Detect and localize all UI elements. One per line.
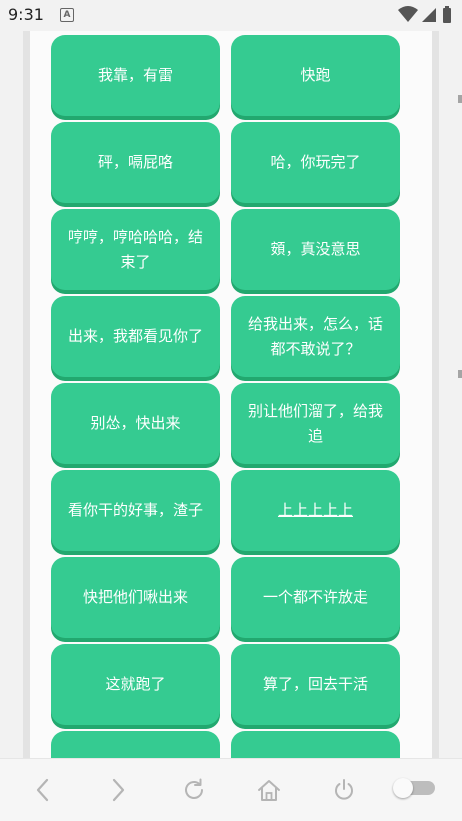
sound-button-3[interactable]: 砰，嗝屁咯 (51, 122, 220, 203)
sound-button-7[interactable]: 出来，我都看见你了 (51, 296, 220, 377)
sound-button-label: 我靠，有雷 (97, 66, 173, 84)
refresh-button[interactable] (179, 775, 209, 805)
sound-button-8[interactable]: 给我出来，怎么，话都不敢说了？ (231, 296, 400, 377)
forward-icon (112, 778, 125, 802)
sound-button-label: 这就跑了 (105, 675, 166, 693)
sound-button-12[interactable]: 上上上上上 (231, 470, 400, 551)
sound-button-9[interactable]: 别怂，快出来 (51, 383, 220, 464)
refresh-icon (185, 778, 203, 799)
sound-button-2[interactable]: 快跑 (231, 35, 400, 116)
back-icon (36, 778, 49, 802)
app-notification-icon: A (60, 8, 74, 22)
sound-button-10[interactable]: 别让他们溜了，给我追 (231, 383, 400, 464)
sound-button-label: 算了，回去干活 (262, 675, 368, 693)
home-icon (258, 780, 280, 801)
sound-button-1[interactable]: 我靠，有雷 (51, 35, 220, 116)
forward-button[interactable] (103, 775, 133, 805)
right-gutter (432, 31, 439, 758)
sound-board[interactable]: 我靠，有雷 快跑 砰，嗝屁咯 哈，你玩完了 哼哼，哼哈哈哈，结束了 頞，真没意思… (30, 31, 432, 758)
scrollbar-mark (458, 95, 462, 103)
sound-button-6[interactable]: 頞，真没意思 (231, 209, 400, 290)
power-icon (335, 779, 353, 800)
sound-button-label: 别让他们溜了，给我追 (247, 401, 383, 445)
home-button[interactable] (254, 775, 284, 805)
status-icons (398, 5, 456, 25)
toggle-knob (393, 778, 413, 798)
sound-button-label: 看你干的好事，渣子 (67, 501, 203, 519)
back-button[interactable] (28, 775, 58, 805)
sound-button-14[interactable]: 一个都不许放走 (231, 557, 400, 638)
sound-button-4[interactable]: 哈，你玩完了 (231, 122, 400, 203)
bottom-nav-bar (0, 758, 462, 821)
scrollbar-mark (458, 370, 462, 378)
wifi-icon (398, 6, 418, 22)
status-time: 9:31 (8, 5, 44, 24)
sound-button-13[interactable]: 快把他们啾出来 (51, 557, 220, 638)
sound-button-label: 快把他们啾出来 (82, 588, 188, 606)
sound-button-label: 砰，嗝屁咯 (97, 153, 173, 171)
sound-button-16[interactable]: 算了，回去干活 (231, 644, 400, 725)
sound-button-label: 快跑 (300, 66, 331, 84)
sound-button-18[interactable] (231, 731, 400, 758)
status-bar: 9:31 A (0, 0, 462, 31)
sound-button-label: 别怂，快出来 (90, 414, 181, 432)
toggle-switch[interactable] (393, 778, 435, 798)
power-button[interactable] (329, 775, 359, 805)
battery-icon (443, 6, 451, 23)
sound-button-label: 頞，真没意思 (270, 240, 361, 258)
sound-button-17[interactable] (51, 731, 220, 758)
signal-icon (422, 8, 436, 22)
sound-button-5[interactable]: 哼哼，哼哈哈哈，结束了 (51, 209, 220, 290)
sound-button-label: 上上上上上 (277, 501, 353, 519)
sound-button-11[interactable]: 看你干的好事，渣子 (51, 470, 220, 551)
sound-button-15[interactable]: 这就跑了 (51, 644, 220, 725)
left-gutter (23, 31, 30, 758)
sound-button-label: 一个都不许放走 (262, 588, 368, 606)
sound-button-label: 给我出来，怎么，话都不敢说了？ (247, 314, 383, 358)
sound-button-label: 哈，你玩完了 (270, 153, 361, 171)
sound-button-label: 出来，我都看见你了 (67, 327, 203, 345)
sound-button-label: 哼哼，哼哈哈哈，结束了 (67, 227, 203, 271)
